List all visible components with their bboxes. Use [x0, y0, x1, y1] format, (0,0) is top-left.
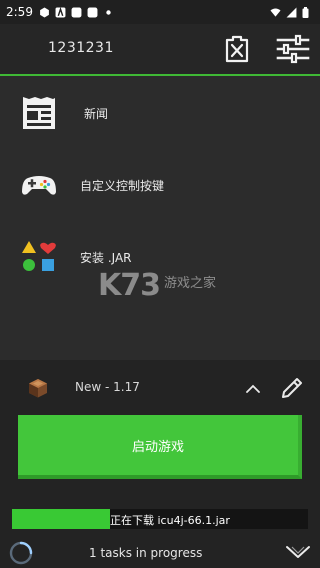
app-notification-icon [40, 7, 49, 17]
menu-label-news: 新闻 [84, 107, 109, 121]
collapse-chevron-icon[interactable] [284, 542, 312, 562]
menu-item-custom-controls[interactable]: 自定义控制按键 [0, 154, 320, 214]
status-bar: 2:59 [0, 0, 320, 24]
menu-label-install-jar: 安装 .JAR [80, 251, 132, 265]
gamepad-icon [22, 176, 56, 195]
tasks-label: 1 tasks in progress [89, 546, 203, 560]
dot-icon [106, 9, 111, 15]
font-notification-icon [55, 6, 66, 17]
status-time: 2:59 [6, 5, 33, 19]
signal-icon [286, 7, 297, 17]
wifi-icon [270, 8, 281, 17]
launch-game-label: 启动游戏 [131, 439, 184, 455]
menu-item-news[interactable]: 新闻 [0, 82, 320, 142]
loading-spinner-icon [9, 541, 33, 565]
menu-item-install-jar[interactable]: 安装 .JAR [0, 226, 320, 286]
sliders-icon[interactable] [276, 34, 310, 64]
shapes-icon [22, 241, 56, 271]
square-notification-icon [87, 7, 98, 17]
download-progress-fill [12, 509, 110, 529]
delete-account-icon[interactable] [222, 34, 252, 64]
tasks-row: 1 tasks in progress [0, 536, 320, 568]
app-header: 1231231 [0, 24, 320, 76]
launch-game-button[interactable]: 启动游戏 [18, 415, 302, 479]
edit-icon[interactable] [278, 374, 306, 402]
chevron-up-icon[interactable] [240, 376, 266, 402]
square-notification-icon [71, 7, 82, 17]
bottom-panel: New - 1.17 启动游戏 正在下载 icu4j-66.1.jar 1 ta… [0, 360, 320, 568]
version-label: New - 1.17 [75, 380, 140, 394]
menu-label-custom-controls: 自定义控制按键 [80, 179, 165, 193]
newspaper-icon [23, 97, 55, 129]
version-selector[interactable]: New - 1.17 [0, 370, 320, 406]
download-progress-text: 正在下载 icu4j-66.1.jar [110, 514, 230, 527]
account-title: 1231231 [48, 40, 114, 56]
crafting-table-icon [29, 379, 47, 398]
download-progress-bar: 正在下载 icu4j-66.1.jar [12, 509, 308, 529]
battery-icon [302, 6, 309, 18]
